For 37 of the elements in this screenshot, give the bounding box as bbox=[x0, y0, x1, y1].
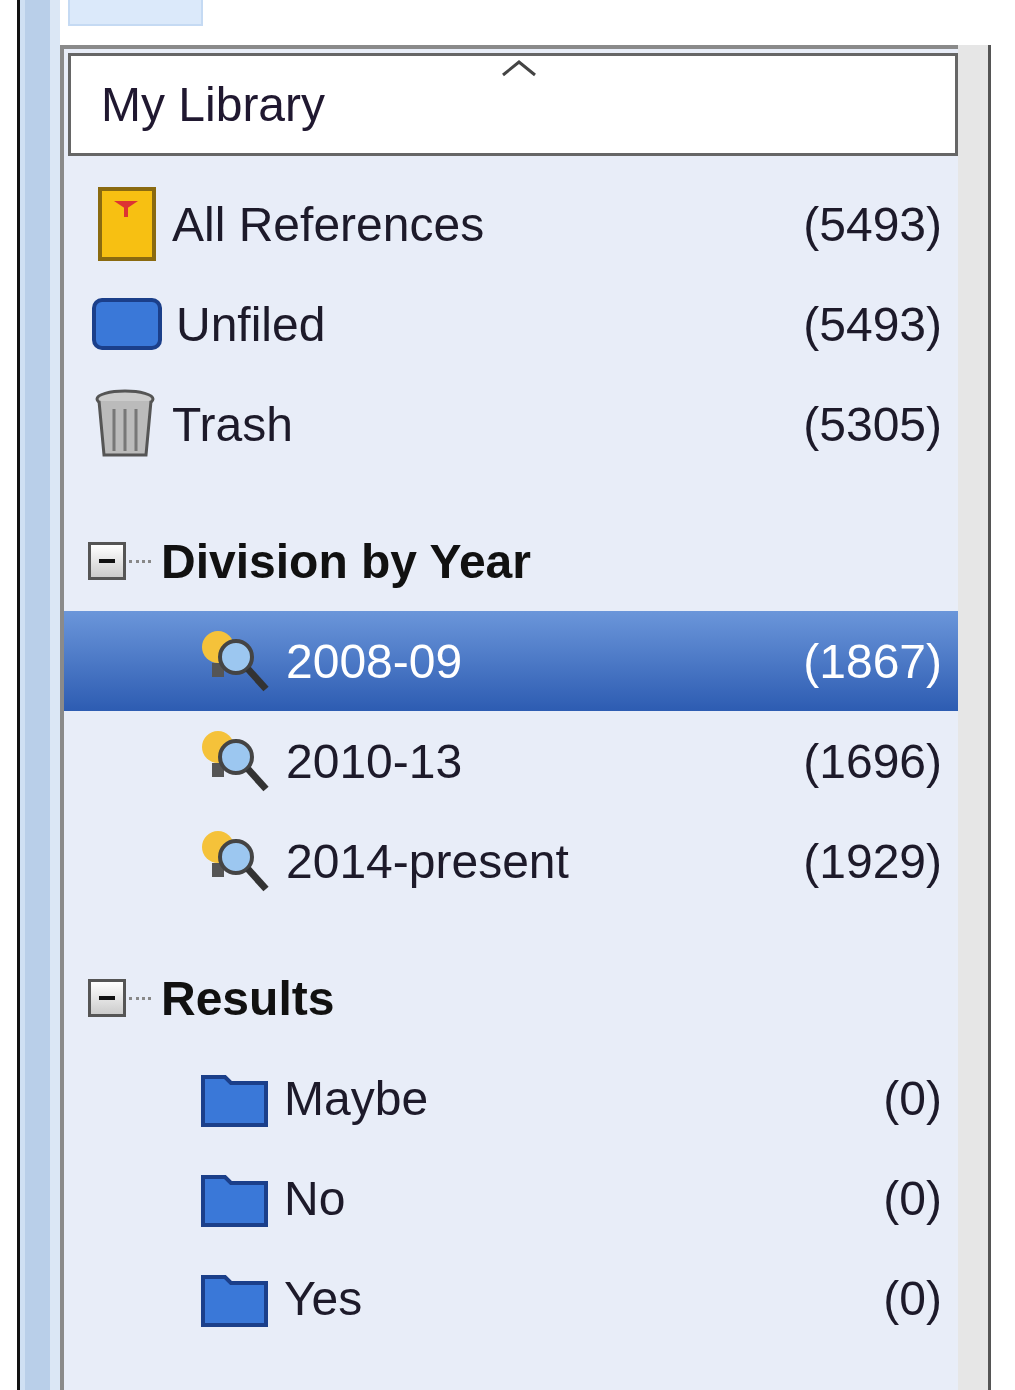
item-count: (0) bbox=[883, 1170, 942, 1226]
splitter[interactable] bbox=[958, 45, 991, 1390]
minus-icon bbox=[99, 559, 115, 563]
library-item[interactable]: No (0) bbox=[64, 1148, 958, 1248]
library-item[interactable]: 2008-09 (1867) bbox=[64, 611, 958, 711]
group-title: Division by Year bbox=[161, 533, 531, 589]
library-item[interactable]: 2010-13 (1696) bbox=[64, 711, 958, 811]
item-count: (5493) bbox=[803, 196, 942, 252]
library-title: My Library bbox=[101, 77, 326, 132]
item-label: Unfiled bbox=[176, 296, 327, 352]
caret-icon[interactable] bbox=[499, 58, 539, 78]
library-item[interactable]: Trash (5305) bbox=[64, 374, 958, 474]
item-count: (5305) bbox=[803, 396, 942, 452]
item-label: All References bbox=[172, 196, 486, 252]
group-title: Results bbox=[161, 970, 335, 1026]
library-item[interactable]: All References (5493) bbox=[64, 174, 958, 274]
collapse-button[interactable] bbox=[88, 542, 126, 580]
collapse-button[interactable] bbox=[88, 979, 126, 1017]
item-count: (0) bbox=[883, 1070, 942, 1126]
item-label: Yes bbox=[284, 1270, 364, 1326]
item-count: (1929) bbox=[803, 833, 942, 889]
item-label: Trash bbox=[172, 396, 294, 452]
item-count: (1867) bbox=[803, 633, 942, 689]
item-count: (0) bbox=[883, 1270, 942, 1326]
item-label: 2008-09 bbox=[286, 633, 464, 689]
item-label: 2014-present bbox=[286, 833, 570, 889]
library-item[interactable]: Yes (0) bbox=[64, 1248, 958, 1348]
folder-icon bbox=[92, 296, 162, 352]
minus-icon bbox=[99, 996, 115, 1000]
item-label: 2010-13 bbox=[286, 733, 464, 789]
item-label: Maybe bbox=[284, 1070, 430, 1126]
library-item[interactable]: Unfiled (5493) bbox=[64, 274, 958, 374]
library-item[interactable]: 2014-present (1929) bbox=[64, 811, 958, 911]
item-count: (1696) bbox=[803, 733, 942, 789]
library-item[interactable]: Maybe (0) bbox=[64, 1048, 958, 1148]
item-label: No bbox=[284, 1170, 347, 1226]
item-count: (5493) bbox=[803, 296, 942, 352]
